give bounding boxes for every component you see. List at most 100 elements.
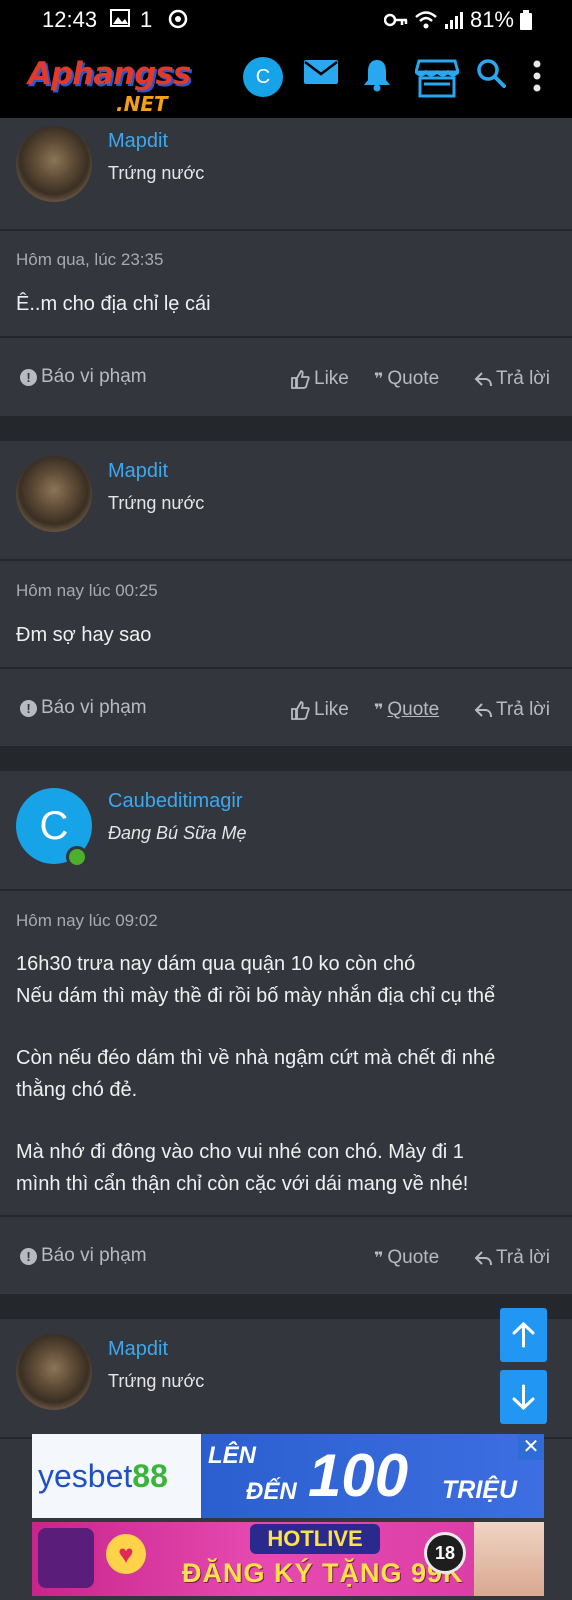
search-icon[interactable] — [476, 58, 506, 88]
like-button[interactable]: Like — [290, 699, 349, 721]
account-avatar[interactable]: C — [243, 57, 283, 97]
post-body-line: Mà nhớ đi đông vào cho vui nhé con chó. … — [16, 1141, 464, 1163]
quote-label: Quote — [387, 368, 440, 389]
reply-button[interactable]: Trả lời — [474, 1247, 550, 1269]
ad-model-image — [474, 1522, 544, 1596]
wifi-icon — [415, 11, 437, 29]
thumbs-up-icon — [291, 370, 310, 389]
like-label: Like — [314, 699, 349, 720]
post-author-header: C Caubeditimagir Đang Bú Sữa Mẹ — [0, 771, 572, 891]
online-status-indicator — [66, 846, 88, 868]
arrow-down-icon — [512, 1384, 535, 1411]
user-title: Trứng nước — [108, 1371, 205, 1391]
post-body-line: mình thì cẩn thận chỉ còn cặc với dái ma… — [16, 1173, 469, 1195]
avatar[interactable] — [16, 456, 92, 532]
site-logo[interactable]: Aphangss .NET — [28, 56, 213, 116]
report-label: Báo vi phạm — [41, 1245, 147, 1266]
quote-button[interactable]: ❞ Quote — [374, 368, 439, 390]
quote-icon: ❞ — [374, 702, 384, 719]
status-bar: 12:43 1 81% — [0, 0, 572, 38]
post-author[interactable]: Mapdit — [108, 1338, 168, 1361]
post-card: C Caubeditimagir Đang Bú Sữa Mẹ Hôm nay … — [0, 771, 572, 1294]
post-actions: ! Báo vi phạm Like ❞ Quote Trả lời — [0, 687, 572, 731]
envelope-icon[interactable] — [303, 58, 339, 86]
post-body-line: Nếu dám thì mày thề đi rồi bố mày nhắn đ… — [16, 985, 496, 1007]
more-vertical-icon[interactable] — [532, 60, 542, 92]
like-button[interactable]: Like — [290, 368, 349, 390]
signal-icon — [444, 12, 463, 29]
reply-button[interactable]: Trả lời — [474, 699, 550, 721]
divider — [0, 336, 572, 338]
ad-cta: ĐĂNG KÝ TẶNG 99K — [182, 1558, 464, 1588]
post-body: 16h30 trưa nay dám qua quận 10 ko còn ch… — [16, 948, 556, 1200]
warning-icon: ! — [20, 368, 37, 386]
quote-button[interactable]: ❞ Quote — [374, 1247, 439, 1269]
quote-icon: ❞ — [374, 1250, 384, 1267]
report-button[interactable]: ! Báo vi phạm — [20, 1245, 147, 1267]
status-time: 12:43 — [42, 7, 98, 32]
post-author[interactable]: Mapdit — [108, 460, 168, 483]
ad-title: HOTLIVE — [250, 1524, 380, 1554]
ad-banner-yesbet[interactable]: yesbet88 LÊN ĐẾN 100 TRIỆU — [32, 1434, 544, 1518]
post-body-line: thằng chó đẻ. — [16, 1079, 138, 1101]
gallery-notification-icon — [110, 9, 130, 27]
post-body-line: Còn nếu đéo dám thì về nhà ngậm cứt mà c… — [16, 1047, 496, 1069]
ad-logo-sticker — [38, 1528, 94, 1588]
ad-text-len: LÊN — [208, 1442, 256, 1469]
reply-arrow-icon — [474, 372, 492, 387]
post-actions: ! Báo vi phạm ❞ Quote Trả lời — [0, 1235, 572, 1279]
report-button[interactable]: ! Báo vi phạm — [20, 697, 147, 719]
store-icon[interactable] — [415, 58, 459, 98]
reply-label: Trả lời — [496, 368, 550, 389]
warning-icon: ! — [20, 1247, 37, 1265]
bell-icon[interactable] — [362, 58, 392, 92]
user-title: Đang Bú Sữa Mẹ — [108, 823, 247, 843]
post-author-header: Mapdit Trứng nước — [0, 1319, 572, 1439]
post-body-line: 16h30 trưa nay dám qua quận 10 ko còn ch… — [16, 953, 416, 975]
sync-notification-icon — [168, 9, 188, 29]
quote-icon: ❞ — [374, 371, 384, 388]
ad-text-den: ĐẾN — [246, 1478, 297, 1505]
post-date[interactable]: Hôm qua, lúc 23:35 — [16, 250, 163, 270]
user-title: Trứng nước — [108, 163, 205, 183]
ad-close-button[interactable]: ✕ — [518, 1434, 544, 1460]
logo-suffix: .NET — [116, 92, 168, 116]
scroll-to-top-button[interactable] — [500, 1308, 547, 1362]
divider — [0, 667, 572, 669]
ad-banner-hotlive[interactable]: ♥ HOTLIVE ĐĂNG KÝ TẶNG 99K 18 — [32, 1522, 544, 1596]
post-body-line: Ê..m cho địa chỉ lẹ cái — [16, 293, 211, 315]
reply-label: Trả lời — [496, 1247, 550, 1268]
post-author[interactable]: Mapdit — [108, 130, 168, 153]
reply-button[interactable]: Trả lời — [474, 368, 550, 390]
thumbs-up-icon — [291, 701, 310, 720]
reply-arrow-icon — [474, 703, 492, 718]
post-date[interactable]: Hôm nay lúc 00:25 — [16, 581, 158, 601]
quote-button[interactable]: ❞ Quote — [374, 699, 439, 721]
age-rating-badge: 18 — [424, 1532, 466, 1574]
post-date[interactable]: Hôm nay lúc 09:02 — [16, 911, 158, 931]
post-actions: ! Báo vi phạm Like ❞ Quote Trả lời — [0, 356, 572, 400]
avatar[interactable] — [16, 1334, 92, 1410]
battery-percent: 81% — [469, 7, 514, 32]
post-card: Mapdit Trứng nước Hôm qua, lúc 23:35 Ê..… — [0, 118, 572, 416]
heart-icon: ♥ — [106, 1534, 146, 1574]
ad-brand: yesbet88 — [38, 1458, 168, 1494]
post-author-header: Mapdit Trứng nước — [0, 441, 572, 561]
divider — [0, 1215, 572, 1217]
ad-amount: 100 — [308, 1442, 409, 1509]
avatar[interactable] — [16, 126, 92, 202]
quote-label: Quote — [387, 699, 440, 720]
reply-arrow-icon — [474, 1251, 492, 1266]
post-author[interactable]: Caubeditimagir — [108, 790, 243, 813]
report-button[interactable]: ! Báo vi phạm — [20, 366, 147, 388]
report-label: Báo vi phạm — [41, 697, 147, 718]
key-icon — [383, 13, 408, 27]
reply-label: Trả lời — [496, 699, 550, 720]
post-author-header: Mapdit Trứng nước — [0, 118, 572, 231]
quote-label: Quote — [387, 1247, 440, 1268]
close-icon: ✕ — [522, 1436, 540, 1458]
like-label: Like — [314, 368, 349, 389]
logo-wordmark: Aphangss — [28, 56, 191, 92]
scroll-to-bottom-button[interactable] — [500, 1370, 547, 1424]
post-body-line: Đm sợ hay sao — [16, 624, 152, 646]
